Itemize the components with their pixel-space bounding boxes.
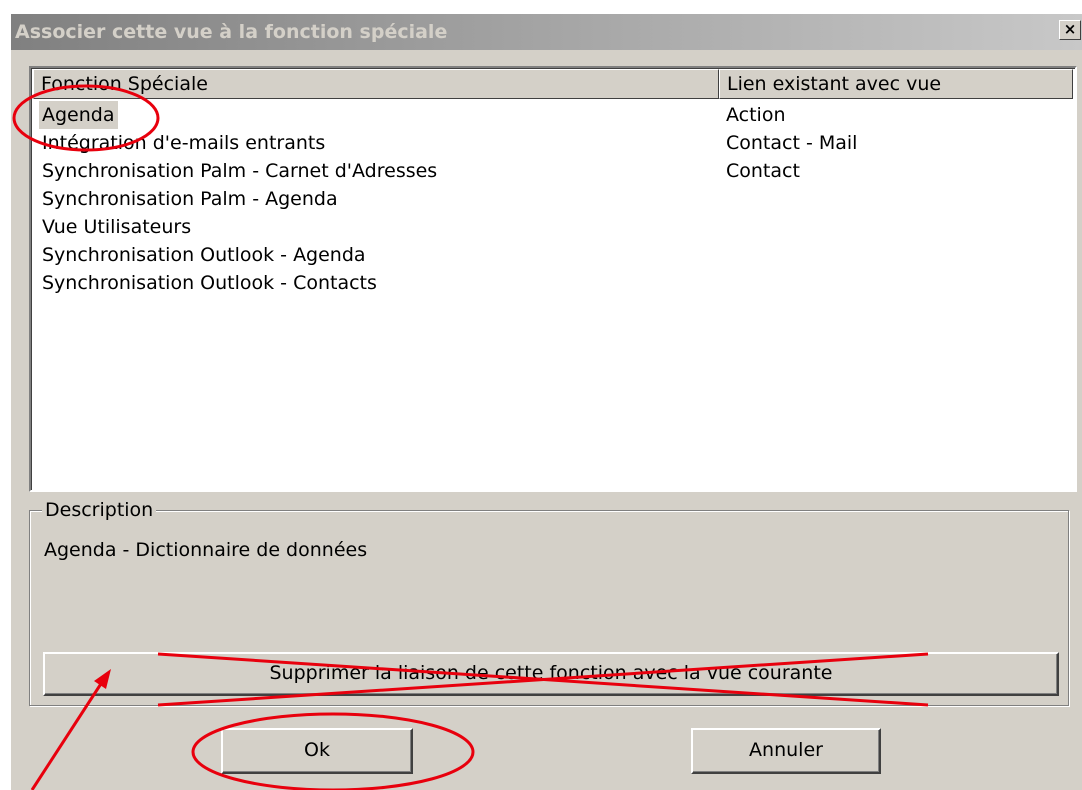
list-header: Fonction Spéciale Lien existant avec vue [33, 69, 1073, 99]
function-name: Synchronisation Palm - Carnet d'Adresses [42, 160, 438, 182]
linked-view: Contact [726, 160, 800, 182]
function-name: Synchronisation Outlook - Contacts [42, 272, 377, 294]
description-text: Agenda - Dictionnaire de données [44, 539, 368, 561]
title-bar[interactable]: Associer cette vue à la fonction spécial… [11, 14, 1082, 50]
dialog-title: Associer cette vue à la fonction spécial… [15, 21, 448, 43]
list-item[interactable]: Intégration d'e-mails entrants Contact -… [33, 129, 1073, 157]
ok-button[interactable]: Ok [221, 728, 413, 774]
column-header-function[interactable]: Fonction Spéciale [33, 69, 719, 99]
list-item[interactable]: Agenda Action [33, 101, 1073, 129]
linked-view: Contact - Mail [726, 132, 858, 154]
cancel-button[interactable]: Annuler [691, 728, 881, 774]
column-header-link[interactable]: Lien existant avec vue [719, 69, 1073, 99]
dialog-window: Associer cette vue à la fonction spécial… [10, 14, 1082, 790]
list-item[interactable]: Synchronisation Palm - Carnet d'Adresses… [33, 157, 1073, 185]
linked-view: Action [726, 104, 786, 126]
function-name: Agenda [39, 101, 118, 129]
remove-link-button[interactable]: Supprimer la liaison de cette fonction a… [43, 652, 1059, 696]
list-rows: Agenda Action Intégration d'e-mails entr… [33, 101, 1073, 297]
function-name: Synchronisation Outlook - Agenda [42, 244, 366, 266]
function-name: Intégration d'e-mails entrants [42, 132, 326, 154]
function-name: Synchronisation Palm - Agenda [42, 188, 338, 210]
list-item[interactable]: Synchronisation Palm - Agenda [33, 185, 1073, 213]
function-name: Vue Utilisateurs [42, 216, 192, 238]
list-item[interactable]: Vue Utilisateurs [33, 213, 1073, 241]
close-button[interactable]: × [1059, 20, 1081, 40]
list-item[interactable]: Synchronisation Outlook - Contacts [33, 269, 1073, 297]
description-legend: Description [42, 497, 157, 523]
special-function-list[interactable]: Fonction Spéciale Lien existant avec vue… [29, 66, 1077, 492]
list-item[interactable]: Synchronisation Outlook - Agenda [33, 241, 1073, 269]
